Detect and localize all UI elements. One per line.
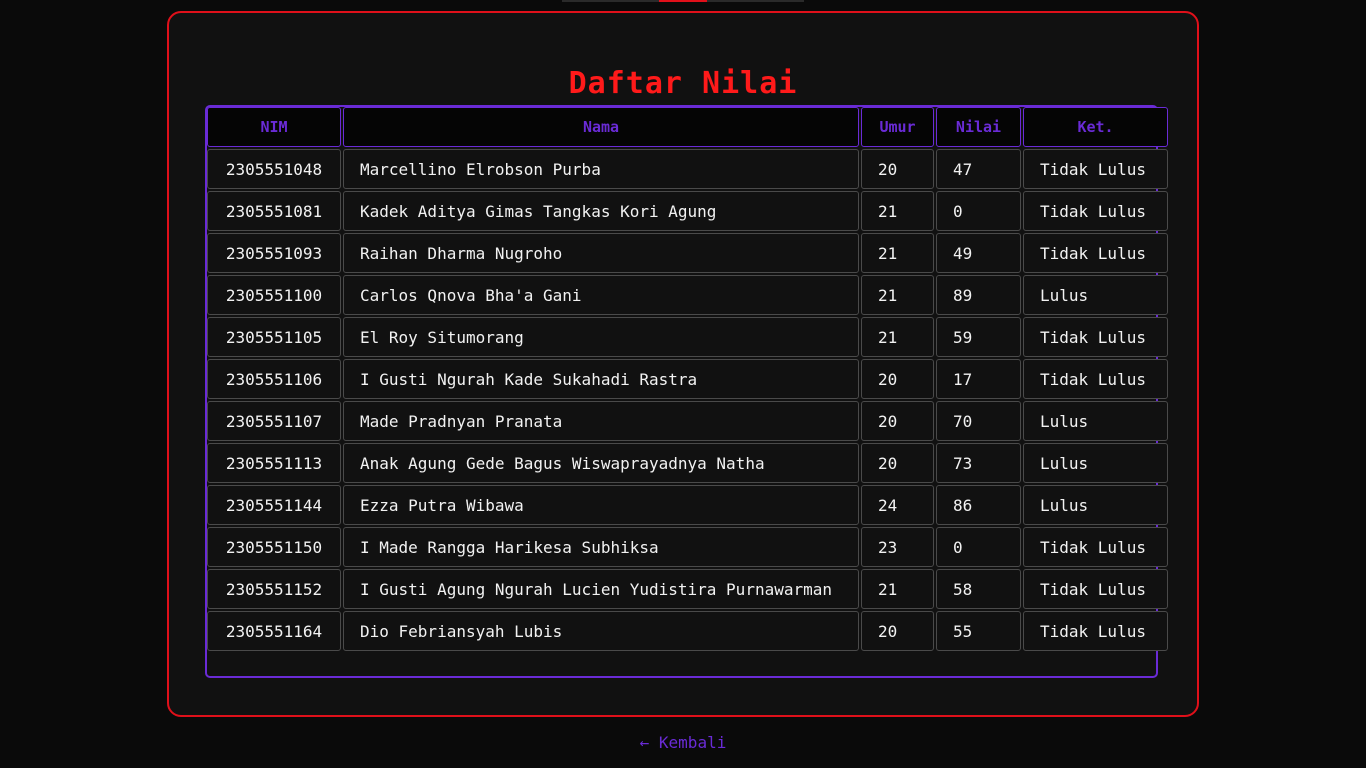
ket-cell: Tidak Lulus [1023,149,1168,189]
table-body: 2305551048 Marcellino Elrobson Purba 20 47 T… [207,149,1168,651]
back-link[interactable]: ← Kembali [0,733,1366,753]
ket-cell: Tidak Lulus [1023,569,1168,609]
column-header-nama: Nama [343,107,859,147]
nama-cell: I Gusti Ngurah Kade Sukahadi Rastra [343,359,859,399]
umur-cell: 20 [861,401,934,441]
nilai-cell: 47 [936,149,1021,189]
ket-cell: Lulus [1023,485,1168,525]
nim-cell: 2305551100 [207,275,341,315]
umur-cell: 20 [861,359,934,399]
table-row: 2305551107 Made Pradnyan Pranata 20 70 Lulus [207,401,1168,441]
ket-cell: Tidak Lulus [1023,359,1168,399]
table-row: 2305551093 Raihan Dharma Nugroho 21 49 Tidak… [207,233,1168,273]
ket-cell: Tidak Lulus [1023,191,1168,231]
nim-cell: 2305551105 [207,317,341,357]
ket-cell: Tidak Lulus [1023,611,1168,651]
nama-cell: Ezza Putra Wibawa [343,485,859,525]
nim-cell: 2305551081 [207,191,341,231]
nilai-cell: 58 [936,569,1021,609]
grades-table: NIM Nama Umur Nilai Ket. 2305551048 Marce… [205,105,1170,653]
nim-cell: 2305551144 [207,485,341,525]
umur-cell: 21 [861,317,934,357]
page-title: Daftar Nilai [568,66,798,101]
table-row: 2305551164 Dio Febriansyah Lubis 20 55 Tidak… [207,611,1168,651]
nim-cell: 2305551152 [207,569,341,609]
nama-cell: I Gusti Agung Ngurah Lucien Yudistira Pu… [343,569,859,609]
nim-cell: 2305551113 [207,443,341,483]
nim-cell: 2305551048 [207,149,341,189]
umur-cell: 21 [861,569,934,609]
table-row: 2305551100 Carlos Qnova Bha'a Gani 21 89 Lul… [207,275,1168,315]
table-row: 2305551113 Anak Agung Gede Bagus Wiswapra… [207,443,1168,483]
table-row: 2305551048 Marcellino Elrobson Purba 20 47 T… [207,149,1168,189]
table-header-row: NIM Nama Umur Nilai Ket. [207,107,1168,147]
table-row: 2305551106 I Gusti Ngurah Kade Sukahadi R… [207,359,1168,399]
nilai-cell: 55 [936,611,1021,651]
nama-cell: Kadek Aditya Gimas Tangkas Kori Agung [343,191,859,231]
nilai-cell: 73 [936,443,1021,483]
nilai-cell: 17 [936,359,1021,399]
nim-cell: 2305551107 [207,401,341,441]
nama-cell: Marcellino Elrobson Purba [343,149,859,189]
top-navigation-strip [562,0,804,2]
umur-cell: 23 [861,527,934,567]
nim-cell: 2305551106 [207,359,341,399]
grades-card: Daftar Nilai NIM Nama Umur Nilai Ket. 23… [167,11,1199,717]
ket-cell: Tidak Lulus [1023,527,1168,567]
nilai-cell: 0 [936,527,1021,567]
column-header-nilai: Nilai [936,107,1021,147]
nilai-cell: 59 [936,317,1021,357]
active-nav-indicator [659,0,707,2]
table-row: 2305551152 I Gusti Agung Ngurah Lucien Yu… [207,569,1168,609]
nama-cell: Raihan Dharma Nugroho [343,233,859,273]
umur-cell: 20 [861,611,934,651]
ket-cell: Tidak Lulus [1023,233,1168,273]
grades-table-frame: NIM Nama Umur Nilai Ket. 2305551048 Marce… [205,105,1168,678]
ket-cell: Lulus [1023,401,1168,441]
nama-cell: Anak Agung Gede Bagus Wiswaprayadnya Nat… [343,443,859,483]
nilai-cell: 86 [936,485,1021,525]
nama-cell: Carlos Qnova Bha'a Gani [343,275,859,315]
nim-cell: 2305551164 [207,611,341,651]
table-row: 2305551150 I Made Rangga Harikesa Subhiks… [207,527,1168,567]
nilai-cell: 89 [936,275,1021,315]
umur-cell: 21 [861,191,934,231]
umur-cell: 24 [861,485,934,525]
table-row: 2305551105 El Roy Situmorang 21 59 Tidak Lul… [207,317,1168,357]
nama-cell: I Made Rangga Harikesa Subhiksa [343,527,859,567]
nama-cell: El Roy Situmorang [343,317,859,357]
umur-cell: 21 [861,275,934,315]
ket-cell: Tidak Lulus [1023,317,1168,357]
nama-cell: Made Pradnyan Pranata [343,401,859,441]
nilai-cell: 70 [936,401,1021,441]
nilai-cell: 0 [936,191,1021,231]
ket-cell: Lulus [1023,275,1168,315]
column-header-nim: NIM [207,107,341,147]
nim-cell: 2305551150 [207,527,341,567]
nama-cell: Dio Febriansyah Lubis [343,611,859,651]
column-header-ket: Ket. [1023,107,1168,147]
nilai-cell: 49 [936,233,1021,273]
umur-cell: 20 [861,149,934,189]
ket-cell: Lulus [1023,443,1168,483]
umur-cell: 21 [861,233,934,273]
column-header-umur: Umur [861,107,934,147]
table-row: 2305551081 Kadek Aditya Gimas Tangkas Kor… [207,191,1168,231]
table-row: 2305551144 Ezza Putra Wibawa 24 86 Lulus [207,485,1168,525]
umur-cell: 20 [861,443,934,483]
nim-cell: 2305551093 [207,233,341,273]
